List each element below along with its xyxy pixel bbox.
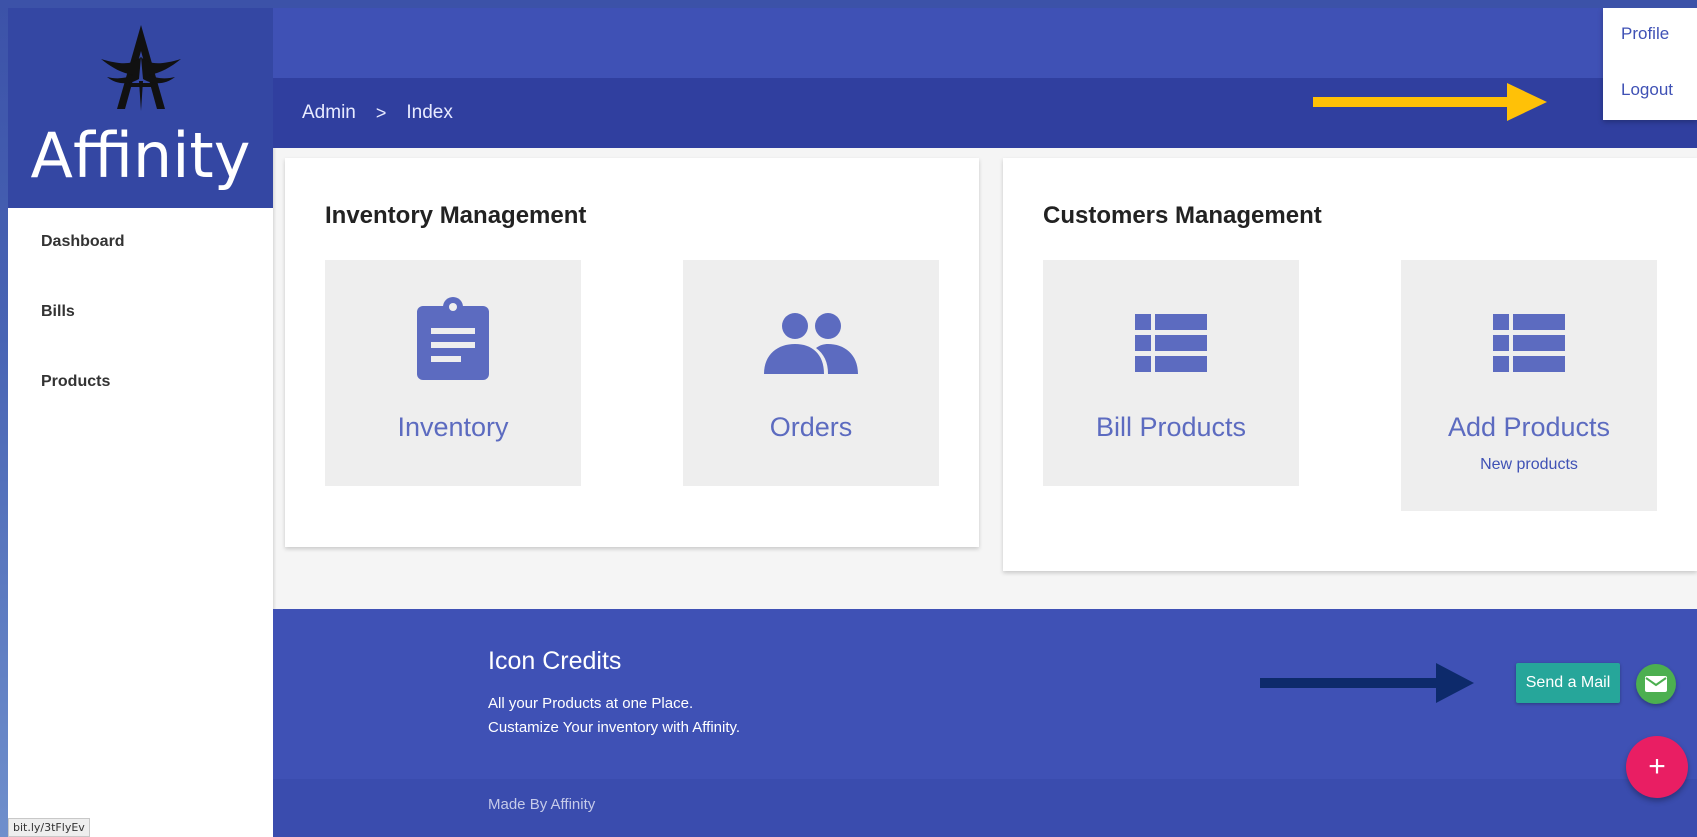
tile-label: Inventory	[397, 412, 509, 442]
sidebar-item-dashboard[interactable]: Dashboard	[8, 230, 273, 300]
sidebar-item-bills[interactable]: Bills	[8, 300, 273, 370]
tile-label: Add Products	[1447, 412, 1611, 442]
made-by-text: Made By Affinity	[488, 796, 596, 813]
breadcrumb-admin[interactable]: Admin	[302, 102, 356, 124]
status-url: bit.ly/3tFlyEv	[8, 818, 90, 837]
yellow-arrow-annotation	[1313, 83, 1547, 121]
tile-label: Bill Products	[1095, 412, 1247, 442]
breadcrumb-index[interactable]: Index	[406, 102, 452, 124]
sidebar-item-products[interactable]: Products	[8, 370, 273, 440]
people-icon	[764, 313, 858, 374]
inventory-tile[interactable]: Inventory	[325, 260, 581, 486]
breadcrumb-separator: >	[375, 102, 387, 123]
brand-block[interactable]: Affinity	[8, 8, 273, 208]
clipboard-icon	[417, 297, 489, 380]
add-products-tile[interactable]: Add Products New products	[1401, 260, 1657, 511]
app-window: Affinity Dashboard Bills Products bit.ly…	[8, 8, 1697, 837]
bill-products-tile[interactable]: Bill Products	[1043, 260, 1299, 486]
card-title: Inventory Management	[325, 202, 587, 229]
list-icon	[1135, 314, 1207, 372]
profile-link[interactable]: Profile	[1603, 24, 1697, 80]
inventory-management-card: Inventory Management Inventory Orders	[285, 158, 979, 547]
footer-line: Custamize Your inventory with Affinity.	[488, 719, 741, 736]
add-fab-button[interactable]: +	[1626, 736, 1688, 798]
sidebar: Affinity Dashboard Bills Products bit.ly…	[8, 8, 273, 837]
footer-bottom: Made By Affinity	[273, 779, 1697, 837]
winged-a-logo-icon	[100, 25, 181, 111]
card-title: Customers Management	[1043, 202, 1322, 229]
footer-line: All your Products at one Place.	[488, 695, 694, 712]
brand-name: Affinity	[30, 119, 251, 192]
list-icon	[1493, 314, 1565, 372]
sidebar-nav: Dashboard Bills Products	[8, 208, 273, 440]
top-bar	[273, 8, 1697, 78]
mail-icon	[1645, 676, 1667, 692]
tile-subtitle: New products	[1480, 456, 1578, 473]
send-mail-button[interactable]: Send a Mail	[1516, 663, 1620, 703]
navy-arrow-annotation	[1260, 663, 1474, 703]
customers-management-card: Customers Management Bill Products Add P…	[1003, 158, 1697, 571]
orders-tile[interactable]: Orders	[683, 260, 939, 486]
mail-button[interactable]	[1636, 664, 1676, 704]
user-menu-dropdown: Profile Logout	[1603, 8, 1697, 120]
footer-title: Icon Credits	[488, 647, 622, 675]
plus-icon: +	[1648, 750, 1666, 783]
tile-label: Orders	[769, 412, 853, 442]
logout-link[interactable]: Logout	[1603, 80, 1697, 136]
footer: Icon Credits All your Products at one Pl…	[273, 609, 1697, 779]
